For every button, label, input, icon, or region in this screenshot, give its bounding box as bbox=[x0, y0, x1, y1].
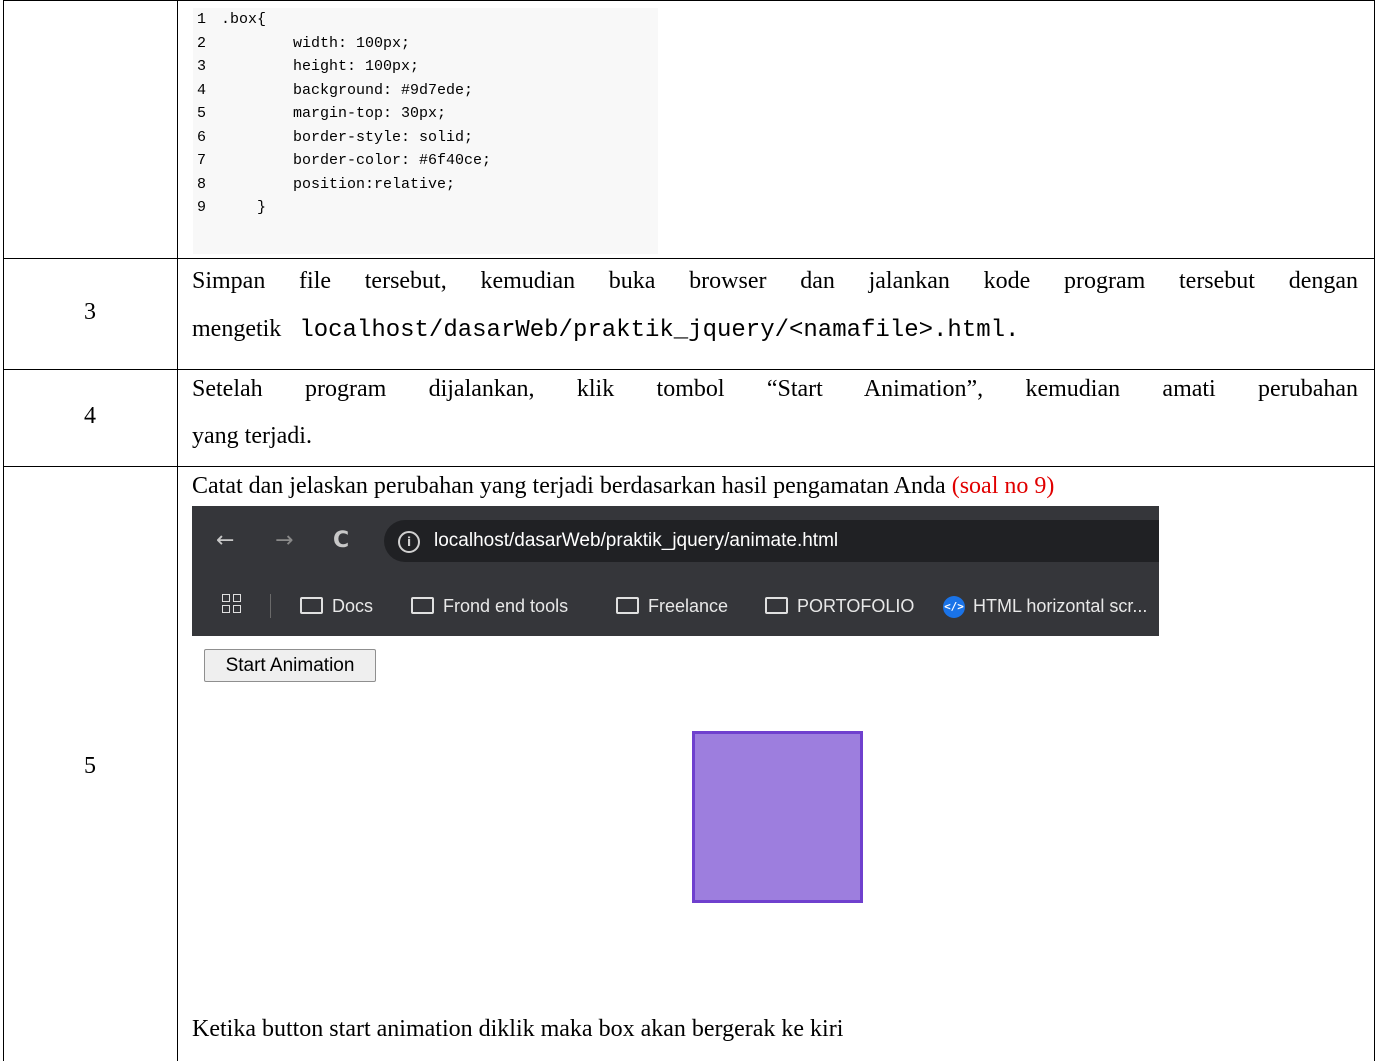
code-line: 8 position:relative; bbox=[193, 173, 658, 197]
row-3-instruction-line1: Simpan file tersebut, kemudian buka brow… bbox=[192, 268, 1358, 294]
code-line: 4 background: #9d7ede; bbox=[193, 79, 658, 103]
code-line-text: border-color: #6f40ce; bbox=[221, 152, 492, 169]
row-3-instruction-line2: mengetik localhost/dasarWeb/praktik_jque… bbox=[192, 312, 1358, 348]
forward-arrow-icon[interactable]: → bbox=[275, 528, 293, 554]
code-line-number: 9 bbox=[197, 199, 207, 216]
row-divider-4 bbox=[3, 369, 1375, 370]
code-line-number: 2 bbox=[197, 34, 207, 52]
code-line-number: 8 bbox=[197, 175, 207, 193]
code-line: 2 width: 100px; bbox=[193, 32, 658, 56]
code-line: 7 border-color: #6f40ce; bbox=[193, 149, 658, 173]
row-divider-3 bbox=[3, 258, 1375, 259]
code-line-number: 6 bbox=[197, 128, 207, 146]
row-number-4: 4 bbox=[84, 403, 96, 429]
row-4-instruction-line2: yang terjadi. bbox=[192, 423, 312, 449]
table-right-border bbox=[1374, 0, 1375, 1061]
code-line: 9 } bbox=[193, 196, 658, 220]
back-arrow-icon[interactable]: ← bbox=[216, 528, 234, 554]
start-animation-button[interactable]: Start Animation bbox=[204, 649, 376, 682]
code-line-number: 4 bbox=[197, 81, 207, 99]
folder-icon bbox=[411, 597, 434, 614]
browser-toolbar: ← → C i localhost/dasarWeb/praktik_jquer… bbox=[192, 506, 1159, 576]
address-bar[interactable]: i localhost/dasarWeb/praktik_jquery/anim… bbox=[384, 520, 1159, 562]
row-3-url-code: localhost/dasarWeb/praktik_jquery/<namaf… bbox=[299, 317, 1020, 344]
code-line-number: 1 bbox=[197, 11, 207, 28]
folder-icon bbox=[300, 597, 323, 614]
code-line: 1 .box{ bbox=[193, 8, 658, 32]
code-line-number: 5 bbox=[197, 105, 207, 122]
table-left-border bbox=[3, 0, 4, 1061]
bookmark-frond-end-tools[interactable]: Frond end tools bbox=[411, 593, 568, 619]
code-line-number: 3 bbox=[197, 58, 207, 75]
table-column-divider bbox=[177, 0, 178, 1061]
code-line-text: margin-top: 30px; bbox=[221, 105, 447, 122]
code-line-text: width: 100px; bbox=[221, 34, 411, 52]
row-5-answer: Ketika button start animation diklik mak… bbox=[192, 1016, 844, 1042]
bookmark-html-horizontal[interactable]: </> HTML horizontal scr... bbox=[943, 593, 1147, 619]
bookmark-label: PORTOFOLIO bbox=[797, 596, 915, 616]
row-divider-5 bbox=[3, 466, 1375, 467]
bookmarks-bar: Docs Frond end tools Freelance PORTOFOLI… bbox=[192, 576, 1159, 636]
code-line: 5 margin-top: 30px; bbox=[193, 102, 658, 126]
row-number-3: 3 bbox=[84, 299, 96, 325]
bookmark-label: Frond end tools bbox=[443, 596, 569, 616]
code-badge-icon: </> bbox=[943, 596, 965, 619]
code-line-text: .box{ bbox=[221, 11, 267, 28]
row-3-prefix: mengetik bbox=[192, 316, 282, 342]
bookmark-docs[interactable]: Docs bbox=[300, 593, 373, 619]
code-line: 6 border-style: solid; bbox=[193, 126, 658, 150]
row-5-question-note: (soal no 9) bbox=[951, 473, 1055, 499]
folder-icon bbox=[616, 597, 639, 614]
code-line-text: height: 100px; bbox=[221, 58, 420, 75]
bookmark-label: HTML horizontal scr... bbox=[973, 596, 1148, 616]
address-url: localhost/dasarWeb/praktik_jquery/animat… bbox=[434, 530, 839, 551]
code-line-text: border-style: solid; bbox=[221, 128, 474, 146]
bookmark-freelance[interactable]: Freelance bbox=[616, 593, 728, 619]
animated-box bbox=[692, 731, 863, 903]
row-5-instruction-text: Catat dan jelaskan perubahan yang terjad… bbox=[192, 473, 946, 499]
bookmark-portofolio[interactable]: PORTOFOLIO bbox=[765, 593, 914, 619]
reload-icon[interactable]: C bbox=[333, 528, 349, 554]
code-line-text: } bbox=[221, 199, 267, 216]
code-line-text: position:relative; bbox=[221, 175, 456, 193]
bookmarks-separator bbox=[270, 594, 271, 618]
code-line-number: 7 bbox=[197, 152, 207, 169]
bookmark-label: Freelance bbox=[648, 596, 729, 616]
row-number-5: 5 bbox=[84, 753, 96, 779]
bookmark-label: Docs bbox=[332, 596, 374, 616]
code-line-text: background: #9d7ede; bbox=[221, 81, 474, 99]
row-4-instruction-line1: Setelah program dijalankan, klik tombol … bbox=[192, 376, 1358, 402]
info-icon[interactable]: i bbox=[398, 531, 420, 553]
folder-icon bbox=[765, 597, 788, 614]
apps-grid-icon[interactable] bbox=[222, 594, 244, 616]
code-snippet: 1 .box{2 width: 100px; 3 height: 100px; 4 b… bbox=[193, 8, 658, 254]
browser-screenshot: ← → C i localhost/dasarWeb/praktik_jquer… bbox=[192, 506, 1159, 636]
code-line: 3 height: 100px; bbox=[193, 55, 658, 79]
row-5-instruction: Catat dan jelaskan perubahan yang terjad… bbox=[192, 469, 1358, 503]
table-top-border bbox=[3, 0, 1375, 1]
